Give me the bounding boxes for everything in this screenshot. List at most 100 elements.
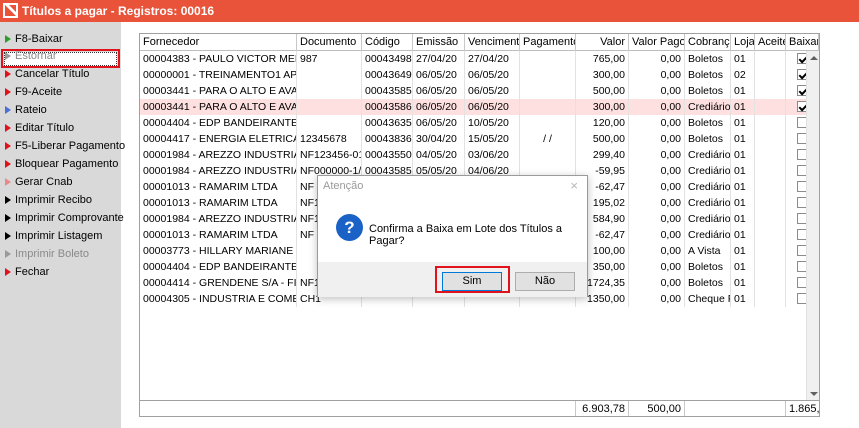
cell-cobranca: Cheque P — [685, 291, 731, 307]
table-row[interactable]: 00001984 - AREZZO INDUSTRIA E CNF123456-… — [140, 147, 808, 163]
cell-aceite — [755, 163, 786, 179]
cell-cobranca: Boletos — [685, 115, 731, 131]
cell-valor: 300,00 — [576, 67, 629, 83]
cell-valor: 120,00 — [576, 115, 629, 131]
sidebar-item-label: Imprimir Listagem — [15, 230, 103, 242]
scroll-down-icon[interactable] — [810, 392, 818, 396]
cell-loja: 02 — [731, 67, 755, 83]
cell-cobranca: Crediário — [685, 99, 731, 115]
cell-loja: 01 — [731, 291, 755, 307]
cell-codigo: 00043836 — [362, 131, 413, 147]
sidebar-item-label: Rateio — [15, 104, 47, 116]
cell-valor: 299,40 — [576, 147, 629, 163]
cell-valor-pago: 0,00 — [629, 99, 685, 115]
cell-codigo: 00043585 — [362, 83, 413, 99]
cell-cobranca: Crediário — [685, 195, 731, 211]
sidebar-item-imprimir-comprovante[interactable]: Imprimir Comprovante — [5, 210, 124, 226]
cell-pagamento — [520, 83, 576, 99]
column-header-vencimento[interactable]: Vencimento — [465, 34, 520, 51]
cell-aceite — [755, 51, 786, 67]
total-spacer-2 — [685, 401, 786, 416]
sidebar-item-editar-t-tulo[interactable]: Editar Título — [5, 120, 74, 136]
sidebar-item-fechar[interactable]: Fechar — [5, 264, 49, 280]
sidebar-item-f9-aceite[interactable]: F9-Aceite — [5, 84, 62, 100]
column-header-loja[interactable]: Loja — [731, 34, 755, 51]
cell-cobranca: Boletos — [685, 83, 731, 99]
cell-fornecedor: 00001984 - AREZZO INDUSTRIA E C — [140, 211, 297, 227]
column-header-aceite[interactable]: Aceite — [755, 34, 786, 51]
cell-valor-pago: 0,00 — [629, 163, 685, 179]
table-row[interactable]: 00004417 - ENERGIA ELETRICA 12345678 00043… — [140, 131, 808, 147]
totals-footer: 6.903,78500,00 1.865,00 — [140, 400, 819, 416]
column-header-fornecedor[interactable]: Fornecedor — [140, 34, 297, 51]
cell-cobranca: Crediário — [685, 179, 731, 195]
cell-cobranca: Crediário — [685, 227, 731, 243]
cell-codigo: 00043586 — [362, 99, 413, 115]
sidebar-item-imprimir-listagem[interactable]: Imprimir Listagem — [5, 228, 102, 244]
cell-documento — [297, 115, 362, 131]
cell-loja: 01 — [731, 275, 755, 291]
sidebar-item-label: Gerar Cnab — [15, 176, 73, 188]
cell-loja: 01 — [731, 131, 755, 147]
cell-emissao: 04/05/20 — [413, 147, 465, 163]
vertical-scrollbar[interactable] — [806, 51, 819, 400]
sidebar-item-imprimir-boleto[interactable]: Imprimir Boleto — [5, 246, 89, 262]
sidebar-item-f8-baixar[interactable]: F8-Baixar — [5, 31, 63, 47]
table-row[interactable]: 00003441 - PARA O ALTO E AVANT 00043585 06… — [140, 83, 808, 99]
cell-valor: 500,00 — [576, 131, 629, 147]
sidebar-item-f5-liberar-pagamento[interactable]: F5-Liberar Pagamento — [5, 138, 125, 154]
cell-vencimento: 06/05/20 — [465, 67, 520, 83]
sidebar-item-label: Fechar — [15, 266, 50, 278]
cell-aceite — [755, 115, 786, 131]
cell-codigo: 00043498 — [362, 51, 413, 67]
cell-cobranca: Crediário — [685, 147, 731, 163]
sidebar-item-bloquear-pagamento[interactable]: Bloquear Pagamento — [5, 156, 118, 172]
cell-emissao: 06/05/20 — [413, 83, 465, 99]
sidebar-item-label: Imprimir Recibo — [15, 194, 93, 206]
sidebar-item-rateio[interactable]: Rateio — [5, 102, 47, 118]
cell-aceite — [755, 131, 786, 147]
cell-emissao: 06/05/20 — [413, 115, 465, 131]
cell-emissao: 30/04/20 — [413, 131, 465, 147]
cell-valor-pago: 0,00 — [629, 131, 685, 147]
dialog-message: Confirma a Baixa em Lote dos Títulos a P… — [369, 223, 563, 247]
column-header-pagamento[interactable]: Pagamento — [520, 34, 576, 51]
annotation-highlight-sim — [435, 266, 510, 293]
close-icon[interactable]: × — [570, 178, 578, 193]
column-header-baixar[interactable]: Baixar — [786, 34, 819, 51]
total-spacer — [140, 401, 576, 416]
cell-fornecedor: 00003441 - PARA O ALTO E AVANT — [140, 83, 297, 99]
column-header-valor[interactable]: Valor — [576, 34, 629, 51]
cell-pagamento — [520, 51, 576, 67]
title-bar: Títulos a pagar - Registros: 00016 — [0, 0, 859, 22]
cell-codigo: 00043635 — [362, 115, 413, 131]
cell-valor: 500,00 — [576, 83, 629, 99]
sidebar-item-estornar[interactable]: Estornar — [5, 48, 57, 64]
column-header-valor-pago[interactable]: Valor Pago — [629, 34, 685, 51]
column-header-codigo[interactable]: Código — [362, 34, 413, 51]
cell-fornecedor: 00001013 - RAMARIM LTDA — [140, 195, 297, 211]
column-header-documento[interactable]: Documento — [297, 34, 362, 51]
sidebar-item-imprimir-recibo[interactable]: Imprimir Recibo — [5, 192, 92, 208]
sidebar-item-label: Editar Título — [15, 122, 75, 134]
table-row[interactable]: 00003441 - PARA O ALTO E AVANT 00043586 06… — [140, 99, 808, 115]
cell-valor-pago: 0,00 — [629, 51, 685, 67]
cell-aceite — [755, 67, 786, 83]
cell-fornecedor: 00004383 - PAULO VICTOR MERINO — [140, 51, 297, 67]
sidebar-item-gerar-cnab[interactable]: Gerar Cnab — [5, 174, 72, 190]
scroll-up-icon[interactable] — [810, 56, 818, 60]
cell-cobranca: Boletos — [685, 51, 731, 67]
sidebar-item-cancelar-t-tulo[interactable]: Cancelar Título — [5, 66, 89, 82]
no-button[interactable]: Não — [515, 272, 575, 291]
play-triangle-icon — [5, 106, 11, 114]
cell-fornecedor: 00001984 - AREZZO INDUSTRIA E C — [140, 163, 297, 179]
sidebar: F8-Baixar Estornar Cancelar Título F9-Aceit… — [0, 22, 125, 428]
column-header-emissao[interactable]: Emissão — [413, 34, 465, 51]
table-row[interactable]: 00004404 - EDP BANDEIRANTES 00043635 06/05… — [140, 115, 808, 131]
table-row[interactable]: 00000001 - TREINAMENTO1 APELID0004364906… — [140, 67, 808, 83]
table-row[interactable]: 00004383 - PAULO VICTOR MERINO9870004349… — [140, 51, 808, 67]
cell-aceite — [755, 275, 786, 291]
column-header-cobranca[interactable]: Cobrança — [685, 34, 731, 51]
cell-valor: 765,00 — [576, 51, 629, 67]
cell-loja: 01 — [731, 195, 755, 211]
